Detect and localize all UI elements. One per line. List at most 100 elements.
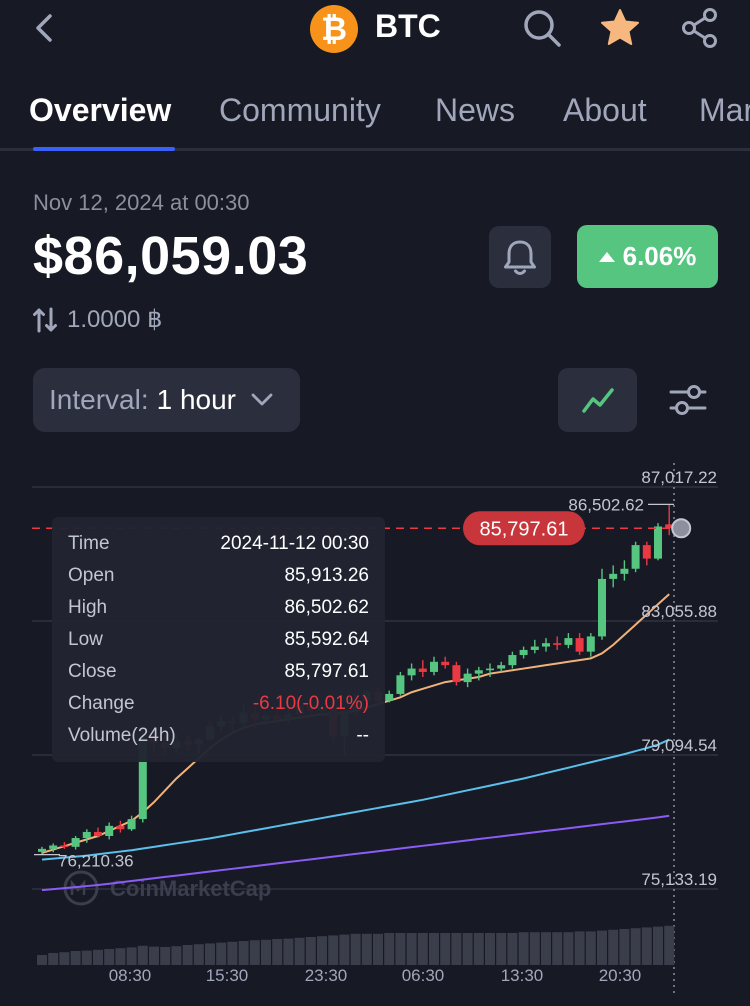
volume-bar xyxy=(563,932,574,965)
btc-amount-row[interactable]: 1.0000 ฿ xyxy=(33,305,162,334)
candle-body xyxy=(542,643,550,647)
back-chevron-icon[interactable] xyxy=(30,10,62,46)
volume-bar xyxy=(238,941,249,965)
volume-bar xyxy=(417,933,428,965)
sliders-icon xyxy=(669,385,707,415)
x-tick-label: 06:30 xyxy=(402,966,445,985)
volume-bar xyxy=(384,933,395,965)
chevron-down-icon xyxy=(251,393,273,406)
tooltip-row: Change -6.10(-0.01%) xyxy=(68,693,369,721)
volume-bar xyxy=(48,953,59,965)
volume-bar xyxy=(619,929,630,965)
volume-bar xyxy=(462,933,473,965)
interval-label: Interval: xyxy=(49,384,149,415)
candle-body xyxy=(631,545,640,569)
bitcoin-logo: ₿ xyxy=(310,5,358,53)
candle xyxy=(396,671,405,696)
volume-bar xyxy=(552,932,563,965)
tab-news[interactable]: News xyxy=(435,92,515,129)
candle xyxy=(116,820,125,833)
volume-bar xyxy=(205,943,215,965)
candle-body xyxy=(508,655,517,666)
volume-bar xyxy=(395,933,406,965)
tab-community[interactable]: Community xyxy=(219,92,381,129)
volume-bar xyxy=(93,949,103,965)
candle-body xyxy=(418,668,427,672)
candle-body xyxy=(575,638,584,652)
volume-bar xyxy=(630,928,641,965)
tooltip-key: Volume(24h) xyxy=(68,725,176,746)
share-icon[interactable] xyxy=(680,6,720,50)
bell-icon xyxy=(504,240,536,275)
candle xyxy=(542,638,550,652)
volume-bar xyxy=(328,935,339,965)
volume-bar xyxy=(473,933,484,965)
tab-markets[interactable]: Mar xyxy=(699,92,750,129)
tab-about[interactable]: About xyxy=(563,92,647,129)
price-alert-button[interactable] xyxy=(489,226,551,288)
volume-bar xyxy=(350,933,361,965)
candle-body xyxy=(486,668,494,671)
tooltip-value: 85,592.64 xyxy=(284,629,369,650)
price-timestamp: Nov 12, 2024 at 00:30 xyxy=(33,190,250,215)
tooltip-value: 85,797.61 xyxy=(284,661,369,682)
tooltip-key: Open xyxy=(68,565,115,586)
tooltip-key: Close xyxy=(68,661,117,682)
tooltip-row: Open 85,913.26 xyxy=(68,565,369,593)
y-tick-label: 79,094.54 xyxy=(641,736,717,755)
volume-bar xyxy=(507,933,518,965)
candle-body xyxy=(82,831,91,839)
volume-bar xyxy=(429,933,439,965)
volume-bar xyxy=(126,947,137,965)
candle-body xyxy=(385,693,394,701)
interval-dropdown[interactable]: Interval: 1 hour xyxy=(33,368,300,432)
x-tick-label: 08:30 xyxy=(109,966,152,985)
search-icon[interactable] xyxy=(520,6,564,50)
candle xyxy=(38,846,46,855)
tooltip-row: Volume(24h) -- xyxy=(68,725,369,753)
candle-body xyxy=(396,675,405,694)
volume-bar xyxy=(641,927,652,965)
swap-arrows-icon xyxy=(33,307,57,332)
chart-settings-button[interactable] xyxy=(660,372,716,428)
candle-body xyxy=(430,661,438,672)
tab-overview[interactable]: Overview xyxy=(29,92,171,129)
candle xyxy=(441,656,450,669)
volume-bar xyxy=(261,939,271,965)
candle-body xyxy=(530,646,539,650)
volume-bar xyxy=(541,932,551,965)
volume-bar xyxy=(70,951,81,965)
candle xyxy=(452,661,461,686)
crosshair-point xyxy=(671,518,692,539)
tooltip-row: High 86,502.62 xyxy=(68,597,369,625)
triangle-up-icon xyxy=(598,251,615,262)
candle xyxy=(418,660,427,678)
volume-bar xyxy=(653,926,663,965)
candle xyxy=(519,646,528,659)
volume-bar xyxy=(115,948,126,965)
candle xyxy=(620,560,629,581)
volume-bar xyxy=(171,946,182,965)
candle-body xyxy=(564,638,573,645)
candle-body xyxy=(609,573,618,579)
candle-body xyxy=(553,643,562,645)
star-icon[interactable] xyxy=(598,6,642,50)
candle xyxy=(575,633,584,656)
candle xyxy=(598,568,606,640)
x-tick-label: 20:30 xyxy=(599,966,642,985)
volume-bar xyxy=(182,945,193,965)
chart-type-toggle[interactable] xyxy=(558,368,637,432)
volume-bar xyxy=(272,939,283,965)
candle-body xyxy=(38,848,46,852)
tooltip-row: Close 85,797.61 xyxy=(68,661,369,689)
volume-bar xyxy=(406,933,417,965)
candle xyxy=(430,656,438,676)
candle-body xyxy=(60,845,69,847)
candle-body xyxy=(586,636,595,652)
line-chart-icon xyxy=(581,388,614,413)
volume-bar xyxy=(373,933,383,965)
current-price-tag-label: 85,797.61 xyxy=(480,518,569,540)
y-tick-label: 83,055.88 xyxy=(641,602,717,621)
volume-bar xyxy=(294,937,305,965)
candle xyxy=(553,636,562,650)
